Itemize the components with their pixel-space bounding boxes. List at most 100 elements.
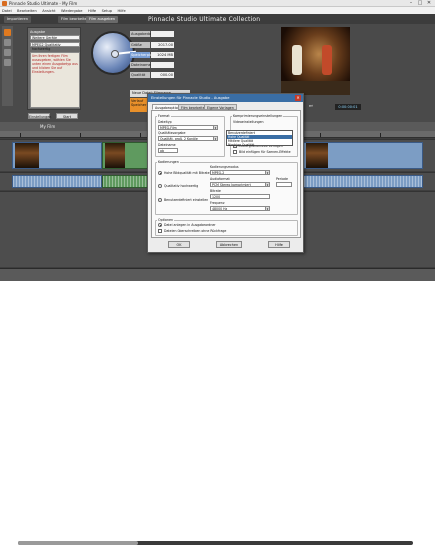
- quality-label: Qualitätsvorgabe: [158, 131, 186, 135]
- dropdown-item[interactable]: Niedrige Qualität: [227, 143, 292, 147]
- minimize-button[interactable]: –: [407, 0, 415, 7]
- meter-row-size: Größe 2017.00: [130, 42, 174, 48]
- meter-row-quality: Qualität 000.00: [130, 72, 174, 78]
- waveform: [103, 176, 153, 187]
- dialog-help-button[interactable]: Hilfe: [268, 241, 290, 248]
- settings-button[interactable]: Einstellungen: [28, 113, 51, 119]
- menu-hilfe-2[interactable]: Hilfe: [115, 7, 127, 13]
- mode-label: Kodierungsmodus: [210, 165, 239, 169]
- clip-thumbnail: [306, 143, 328, 168]
- scene-effects-checkbox[interactable]: [233, 150, 237, 154]
- format-group-label: Format: [157, 114, 171, 118]
- mode-select[interactable]: MPEG-2 ▾: [210, 170, 270, 175]
- menu-ansicht[interactable]: Ansicht: [40, 7, 57, 13]
- window-title: Pinnacle Studio Ultimate - My Film: [9, 1, 78, 6]
- filename-input[interactable]: ab: [158, 148, 178, 153]
- audio-label: Audioformat: [210, 177, 230, 181]
- option-1-label: Datei anlegen in Ausgabeordner: [164, 223, 216, 227]
- ruler-mark: [380, 133, 381, 137]
- close-button[interactable]: ✕: [425, 0, 433, 7]
- video-preview: [281, 27, 350, 95]
- timeline-scrollbar[interactable]: [18, 541, 413, 545]
- ruler-mark: [320, 133, 321, 137]
- meter-row-space: Speicherplatz 1024 MB: [130, 52, 174, 58]
- preview-performer-right: [322, 45, 332, 75]
- export-settings-dialog: Einstellungen für Pinnacle Studio - Ausg…: [147, 93, 304, 253]
- format-select[interactable]: MPEG-Film ▾: [158, 125, 218, 130]
- waveform: [304, 176, 422, 187]
- chevron-down-icon: ▾: [213, 137, 217, 141]
- menu-hilfe[interactable]: Hilfe: [86, 7, 98, 13]
- device-select[interactable]: Weitere Geräte: [30, 35, 80, 40]
- chevron-down-icon: ▾: [265, 183, 269, 187]
- compression-group-label: Komprimierungseinstellungen: [232, 114, 284, 118]
- maximize-button[interactable]: □: [416, 0, 424, 7]
- tape-output-icon[interactable]: [4, 39, 11, 46]
- audio-clip[interactable]: [12, 175, 102, 188]
- tab-export[interactable]: Film ausgeben: [86, 15, 119, 23]
- dialog-close-button[interactable]: ✕: [295, 95, 301, 101]
- start-button[interactable]: Start: [56, 113, 78, 119]
- preview-performer-left: [292, 45, 302, 75]
- frequency-label: Frequenz: [210, 201, 225, 205]
- video-clip[interactable]: [12, 142, 102, 169]
- chevron-down-icon: ▾: [213, 126, 217, 130]
- video-clip[interactable]: [303, 142, 423, 169]
- ruler-mark: [140, 133, 141, 137]
- web-output-icon[interactable]: [4, 59, 11, 66]
- preset-select[interactable]: MPEG2 Qualitativ hochwertig: [30, 42, 80, 51]
- bitrate-input[interactable]: 1200: [210, 194, 270, 199]
- encode-radio-3[interactable]: [158, 198, 162, 202]
- timecode-display: 0:00:00:01: [335, 104, 361, 110]
- quality-select[interactable]: Qualität, groß, 2 Kanäle ▾: [158, 136, 218, 141]
- menu-bar: Datei Bearbeiten Ansicht Wiedergabe Hilf…: [0, 7, 435, 14]
- chevron-down-icon: ▾: [265, 171, 269, 175]
- audio-clip[interactable]: [303, 175, 423, 188]
- audio-select[interactable]: PCM Stereo komprimiert ▾: [210, 182, 270, 187]
- bitrate-label: Bitrate: [210, 189, 221, 193]
- waveform: [13, 176, 101, 187]
- meter-row-duration: Ausgabedauer: [130, 31, 175, 37]
- disk-output-icon[interactable]: [4, 29, 11, 36]
- encoding-group-label: Kodierungen: [157, 160, 180, 164]
- app-window: Pinnacle Studio Ultimate - My Film – □ ✕…: [0, 0, 435, 545]
- mode-tab-bar: Importieren Film bearbeiten Film ausgebe…: [0, 14, 435, 24]
- file-output-icon[interactable]: [4, 49, 11, 56]
- fast-forward-icon[interactable]: ⏭: [309, 103, 313, 108]
- menu-datei[interactable]: Datei: [0, 7, 14, 13]
- encode-radio-1-label: Hohe Bildqualität mit Bitrate: [164, 171, 210, 175]
- clip-thumbnail: [105, 143, 125, 168]
- dialog-ok-button[interactable]: OK: [168, 241, 190, 248]
- disk-usage-meter: [91, 31, 136, 75]
- output-hint: Um Ihren fertigen Film auszugeben, wähle…: [30, 52, 80, 108]
- meter-row-filename: Dateiname: [130, 62, 175, 68]
- scrollbar-thumb[interactable]: [18, 541, 138, 545]
- encode-radio-3-label: Benutzerdefiniert einstellen: [164, 198, 209, 202]
- tab-import[interactable]: Importieren: [4, 15, 32, 23]
- period-input[interactable]: [276, 182, 292, 187]
- menu-setup[interactable]: Setup: [100, 7, 114, 13]
- dialog-title: Einstellungen für Pinnacle Studio - Ausg…: [148, 94, 303, 102]
- dialog-cancel-button[interactable]: Abbrechen: [216, 241, 242, 248]
- timeline-footer: [0, 268, 435, 545]
- output-label: Ausgabe: [30, 30, 46, 34]
- title-bar: Pinnacle Studio Ultimate - My Film – □ ✕: [0, 0, 435, 7]
- output-type-strip: [2, 26, 13, 106]
- menu-wiedergabe[interactable]: Wiedergabe: [59, 7, 85, 13]
- option-1-radio[interactable]: [158, 223, 162, 227]
- filename-label: Dateiname: [158, 143, 176, 147]
- timeline-title: My Film: [40, 124, 56, 129]
- options-group-label: Optionen: [157, 218, 175, 222]
- menu-bearbeiten[interactable]: Bearbeiten: [15, 7, 39, 13]
- clip-thumbnail: [15, 143, 39, 168]
- compression-dropdown-list[interactable]: Benutzerdefiniert Hohe Qualität Mittlere…: [226, 130, 293, 147]
- frequency-select[interactable]: 48000 Hz ▾: [210, 206, 270, 211]
- encode-radio-1[interactable]: [158, 171, 162, 175]
- option-2-label: Dateien überschreiben ohne Rückfrage: [164, 229, 227, 233]
- project-title: Pinnacle Studio Ultimate Collection: [148, 16, 261, 23]
- option-2-checkbox[interactable]: [158, 229, 162, 233]
- output-settings-panel: Ausgabe Weitere Geräte MPEG2 Qualitativ …: [27, 27, 81, 110]
- encode-radio-2-label: Qualitativ hochwertig: [164, 184, 199, 188]
- ruler-mark: [20, 133, 21, 137]
- encode-radio-2[interactable]: [158, 184, 162, 188]
